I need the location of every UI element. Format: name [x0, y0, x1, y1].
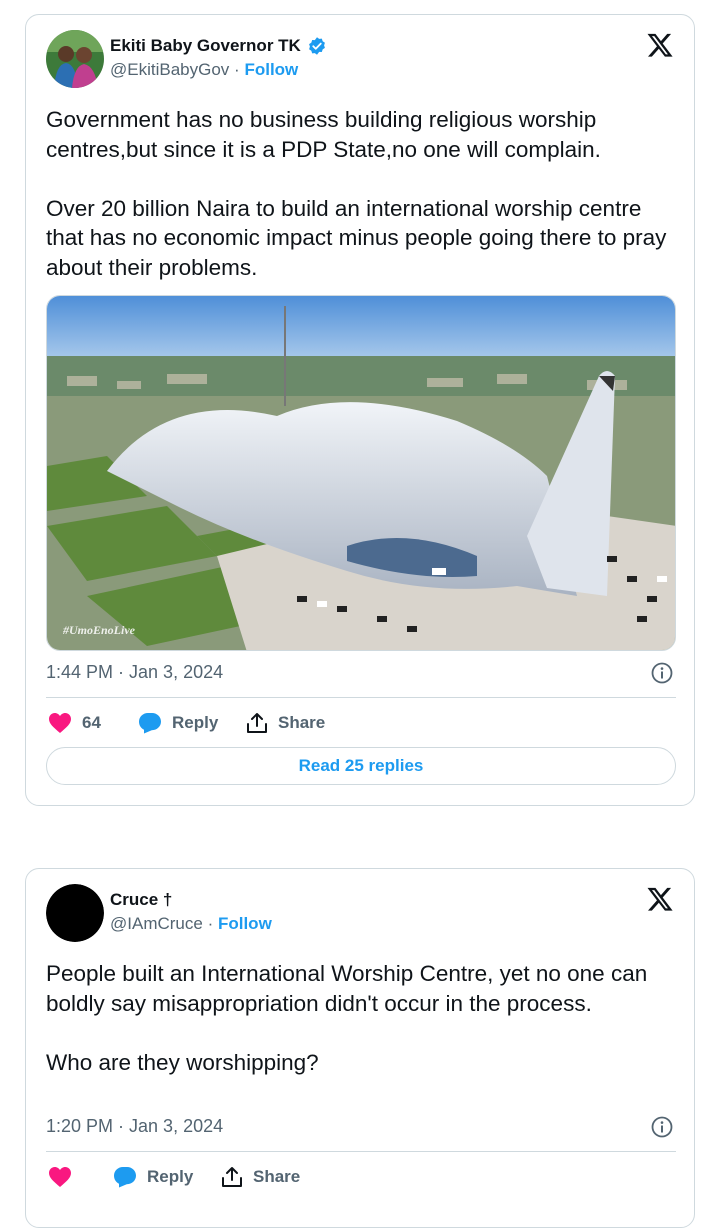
image-watermark: #UmoEnoLive — [63, 623, 135, 637]
tweet-image[interactable]: #UmoEnoLive — [46, 295, 676, 651]
follow-button[interactable]: Follow — [218, 914, 272, 933]
share-button[interactable]: Share — [246, 712, 325, 734]
tweet-paragraph: Who are they worshipping? — [46, 1049, 319, 1075]
timestamp[interactable]: 1:20 PM · Jan 3, 2024 — [46, 1116, 223, 1137]
avatar[interactable] — [46, 30, 104, 88]
like-button[interactable]: 64 — [48, 712, 101, 734]
read-replies-button[interactable]: Read 25 replies — [46, 747, 676, 785]
avatar[interactable] — [46, 884, 104, 942]
heart-icon — [49, 713, 71, 733]
tweet-paragraph: People built an International Worship Ce… — [46, 961, 648, 1016]
tweet-card[interactable]: Cruce † @IAmCruce · Follow People built … — [25, 868, 695, 1228]
tweet-card[interactable]: Ekiti Baby Governor TK @EkitiBabyGov · F… — [25, 14, 695, 806]
follow-button[interactable]: Follow — [244, 60, 298, 79]
reply-bubble-icon — [114, 1167, 136, 1188]
reply-button[interactable]: Reply — [138, 712, 218, 734]
share-button[interactable]: Share — [221, 1166, 300, 1188]
reply-button[interactable]: Reply — [113, 1166, 193, 1188]
info-icon[interactable] — [650, 1115, 674, 1139]
author-handle[interactable]: @IAmCruce — [110, 914, 203, 933]
reply-bubble-icon — [139, 713, 161, 734]
share-label: Share — [253, 1167, 301, 1186]
reply-label: Reply — [147, 1167, 194, 1186]
tweet-paragraph: Government has no business building reli… — [46, 107, 601, 162]
author-name[interactable]: Ekiti Baby Governor TK — [110, 36, 301, 56]
share-icon — [247, 713, 267, 733]
info-icon[interactable] — [650, 661, 674, 685]
heart-icon — [49, 1167, 71, 1187]
share-label: Share — [278, 713, 326, 732]
tweet-text: People built an International Worship Ce… — [46, 959, 676, 1077]
author-handle[interactable]: @EkitiBabyGov — [110, 60, 229, 79]
timestamp[interactable]: 1:44 PM · Jan 3, 2024 — [46, 662, 223, 683]
tweet-text: Government has no business building reli… — [46, 105, 676, 282]
like-count: 64 — [82, 713, 101, 732]
x-logo-icon[interactable] — [646, 885, 674, 913]
author-name[interactable]: Cruce † — [110, 890, 172, 910]
reply-label: Reply — [172, 713, 219, 732]
separator-dot: · — [207, 914, 214, 933]
separator-dot: · — [234, 60, 240, 79]
verified-badge-icon — [308, 37, 325, 55]
like-button[interactable] — [48, 1166, 82, 1188]
share-icon — [222, 1167, 242, 1187]
x-logo-icon[interactable] — [646, 31, 674, 59]
tweet-paragraph: Over 20 billion Naira to build an intern… — [46, 195, 667, 280]
divider — [46, 697, 676, 698]
divider — [46, 1151, 676, 1152]
